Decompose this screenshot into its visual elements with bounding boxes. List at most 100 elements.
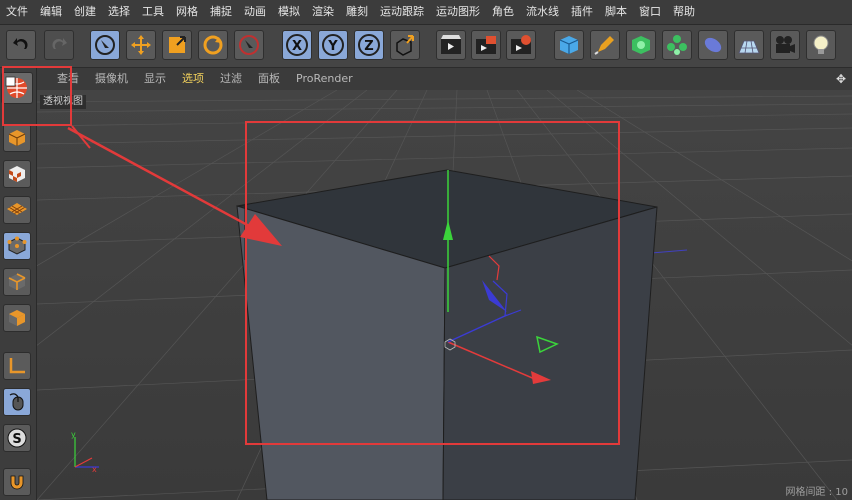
- viewport-nav-icon[interactable]: ✥: [836, 72, 852, 86]
- camera-icon: [776, 36, 795, 53]
- menu-mograph[interactable]: 运动图形: [430, 0, 486, 24]
- left-palette: S: [0, 68, 37, 500]
- render-settings-icon: [511, 35, 531, 54]
- menu-edit[interactable]: 编辑: [34, 0, 68, 24]
- menu-mesh[interactable]: 网格: [170, 0, 204, 24]
- menu-file[interactable]: 文件: [0, 0, 34, 24]
- points-mode-button[interactable]: [3, 232, 31, 260]
- svg-text:Y: Y: [327, 39, 338, 54]
- x-axis-icon: X: [286, 34, 308, 56]
- polygons-cube-icon: [9, 310, 25, 326]
- z-axis-button[interactable]: Z: [354, 30, 384, 60]
- pen-button[interactable]: [590, 30, 620, 60]
- move-icon: [131, 35, 151, 55]
- menu-character[interactable]: 角色: [486, 0, 520, 24]
- camera-button[interactable]: [770, 30, 800, 60]
- menubar: 文件 编辑 创建 选择 工具 网格 捕捉 动画 模拟 渲染 雕刻 运动跟踪 运动…: [0, 0, 852, 25]
- svg-text:x: x: [92, 465, 97, 474]
- render-view-icon: [441, 35, 461, 54]
- live-select-button[interactable]: [90, 30, 120, 60]
- move-button[interactable]: [126, 30, 156, 60]
- menu-snap[interactable]: 捕捉: [204, 0, 238, 24]
- scale-icon: [169, 36, 186, 53]
- svg-text:y: y: [71, 430, 76, 439]
- redo-icon: [52, 38, 67, 49]
- floor-button[interactable]: [734, 30, 764, 60]
- cube-button[interactable]: [554, 30, 584, 60]
- svg-text:S: S: [12, 432, 21, 447]
- snap-button[interactable]: S: [3, 424, 31, 452]
- grid-plane-icon: [7, 203, 27, 215]
- axis-mode-button[interactable]: [3, 352, 31, 380]
- menu-tools[interactable]: 工具: [136, 0, 170, 24]
- deformer-icon: [704, 37, 722, 53]
- light-button[interactable]: [806, 30, 836, 60]
- mograph-cloner-button[interactable]: [662, 30, 692, 60]
- redo-button[interactable]: [44, 30, 74, 60]
- viewport-menu-filter[interactable]: 过滤: [212, 68, 250, 90]
- render-to-picture-viewer-icon: [476, 36, 496, 54]
- render-to-picture-viewer-button[interactable]: [471, 30, 501, 60]
- main-toolbar: X Y Z: [0, 25, 852, 68]
- y-axis-icon: Y: [322, 34, 344, 56]
- coordinate-system-button[interactable]: [390, 30, 420, 60]
- viewport-menu-display[interactable]: 显示: [136, 68, 174, 90]
- deformer-button[interactable]: [698, 30, 728, 60]
- undo-button[interactable]: [6, 30, 36, 60]
- floor-icon: [738, 40, 760, 54]
- mograph-cloner-icon: [667, 35, 687, 55]
- x-axis-button[interactable]: X: [282, 30, 312, 60]
- menu-window[interactable]: 窗口: [633, 0, 667, 24]
- z-axis-icon: Z: [358, 34, 380, 56]
- tweak-mode-button[interactable]: [3, 388, 31, 416]
- menu-plugins[interactable]: 插件: [565, 0, 599, 24]
- rotate-icon: [203, 35, 223, 55]
- menu-create[interactable]: 创建: [68, 0, 102, 24]
- rotate-button[interactable]: [198, 30, 228, 60]
- annotation-box-sidebar: [2, 66, 72, 126]
- edges-mode-button[interactable]: [3, 268, 31, 296]
- grid-spacing-readout: 网格间距 : 10: [785, 487, 848, 498]
- menu-render[interactable]: 渲染: [306, 0, 340, 24]
- annotation-box-cube: [245, 121, 620, 445]
- polygons-mode-button[interactable]: [3, 304, 31, 332]
- magnet-icon: [10, 475, 24, 490]
- mouse-icon: [9, 393, 24, 411]
- svg-text:Z: Z: [364, 39, 373, 54]
- menu-motion-tracker[interactable]: 运动跟踪: [374, 0, 430, 24]
- menu-animate[interactable]: 动画: [238, 0, 272, 24]
- workplane-button[interactable]: [3, 196, 31, 224]
- model-cube-icon: [8, 130, 26, 146]
- menu-simulate[interactable]: 模拟: [272, 0, 306, 24]
- menu-sculpt[interactable]: 雕刻: [340, 0, 374, 24]
- model-mode-button[interactable]: [3, 124, 31, 152]
- svg-text:X: X: [292, 39, 302, 54]
- menu-script[interactable]: 脚本: [599, 0, 633, 24]
- cube-icon: [559, 36, 579, 54]
- edges-cube-icon: [8, 273, 26, 290]
- viewport-menu-panel[interactable]: 面板: [250, 68, 288, 90]
- render-settings-button[interactable]: [506, 30, 536, 60]
- live-select-icon: [95, 35, 115, 55]
- pen-icon: [594, 36, 614, 55]
- viewport-menu-options[interactable]: 选项: [174, 68, 212, 90]
- menu-select[interactable]: 选择: [102, 0, 136, 24]
- viewport-menu: 查看 摄像机 显示 选项 过滤 面板 ProRender ✥: [37, 68, 852, 90]
- magnet-button[interactable]: [3, 468, 31, 496]
- scale-button[interactable]: [162, 30, 192, 60]
- y-axis-button[interactable]: Y: [318, 30, 348, 60]
- undo-icon: [13, 38, 28, 49]
- viewport-menu-cameras[interactable]: 摄像机: [87, 68, 136, 90]
- checker-cube-icon: [9, 166, 25, 182]
- recent-tool-icon: [239, 35, 259, 55]
- subdivision-button[interactable]: [626, 30, 656, 60]
- points-cube-icon: [7, 236, 27, 255]
- viewport-menu-prorender[interactable]: ProRender: [288, 68, 361, 90]
- light-icon: [813, 35, 829, 54]
- texture-mode-button[interactable]: [3, 160, 31, 188]
- render-view-button[interactable]: [436, 30, 466, 60]
- recent-tool-button[interactable]: [234, 30, 264, 60]
- menu-help[interactable]: 帮助: [667, 0, 701, 24]
- axis-icon: [9, 358, 25, 374]
- menu-pipeline[interactable]: 流水线: [520, 0, 565, 24]
